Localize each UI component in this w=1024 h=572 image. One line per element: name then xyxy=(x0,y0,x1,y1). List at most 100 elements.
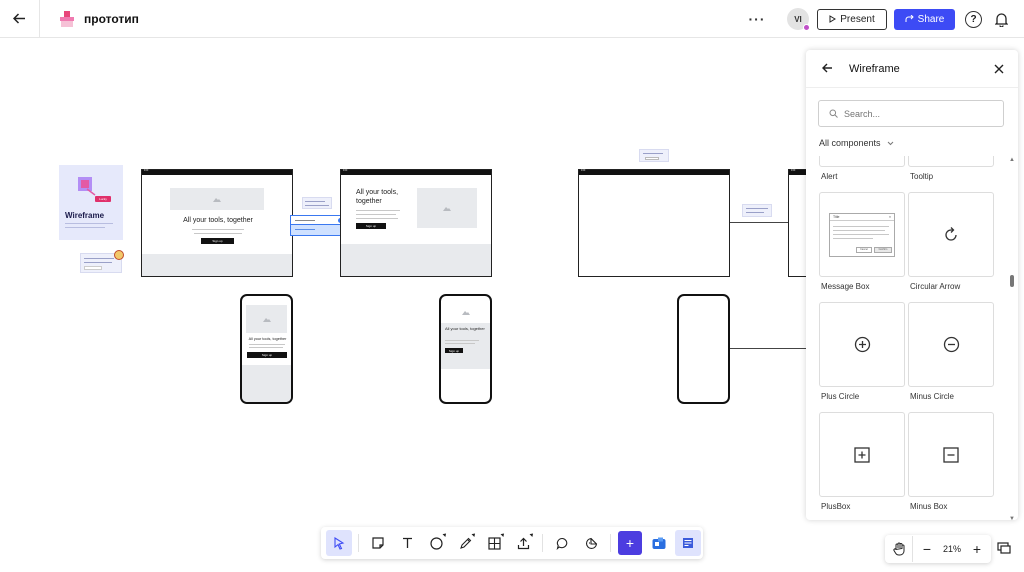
sticker-tool[interactable] xyxy=(578,530,604,556)
panel-scrollbar[interactable]: ▲ ▼ xyxy=(1008,157,1016,522)
avatar[interactable]: VI xyxy=(787,8,810,31)
desktop-frame-3[interactable] xyxy=(578,167,730,277)
text-tool[interactable] xyxy=(394,530,420,556)
hero-body-line xyxy=(356,214,396,216)
close-icon xyxy=(994,64,1004,74)
play-icon xyxy=(829,15,837,23)
zoom-level[interactable]: 21% xyxy=(937,544,967,554)
minimap-icon xyxy=(997,542,1011,554)
help-button[interactable]: ? xyxy=(965,10,982,28)
minus-circle-icon xyxy=(943,336,959,353)
zoom-controls: − 21% + xyxy=(885,535,991,563)
app-tool[interactable] xyxy=(646,530,672,556)
templates-icon xyxy=(683,538,693,548)
message-cancel-button: Cancel xyxy=(856,246,872,253)
zoom-out-button[interactable]: − xyxy=(917,541,937,557)
image-placeholder xyxy=(445,301,486,323)
sticker-icon xyxy=(585,537,597,549)
mobile-frame-3[interactable] xyxy=(677,294,730,404)
templates-tool[interactable] xyxy=(675,530,701,556)
minus-box-icon xyxy=(943,446,959,463)
back-button[interactable] xyxy=(0,0,40,38)
component-tile-message-box[interactable]: Title × Cancel Confirm xyxy=(819,192,905,277)
component-tile-plus-box[interactable] xyxy=(819,412,905,497)
image-icon xyxy=(213,198,221,202)
plus-icon: + xyxy=(618,531,642,555)
notifications-button[interactable] xyxy=(994,11,1008,27)
component-tile-alert[interactable] xyxy=(819,156,905,167)
sticky-note-icon xyxy=(372,537,384,549)
note-line xyxy=(746,208,768,210)
message-line xyxy=(833,237,873,239)
connector-line[interactable] xyxy=(730,348,810,349)
panel-header: Wireframe xyxy=(806,50,1018,88)
present-label: Present xyxy=(840,13,875,25)
component-filter-dropdown[interactable]: All components xyxy=(819,138,894,148)
component-tile-plus-circle[interactable] xyxy=(819,302,905,387)
components-panel: Wireframe All components Alert Tooltip xyxy=(806,50,1018,520)
zoom-in-button[interactable]: + xyxy=(967,541,987,557)
toolbar-separator xyxy=(358,534,359,552)
note-line xyxy=(305,201,325,203)
panel-back-button[interactable] xyxy=(822,61,833,76)
frame-footer xyxy=(142,254,292,276)
frame-note[interactable] xyxy=(639,149,669,162)
more-options-button[interactable]: ··· xyxy=(745,11,769,27)
component-label: Message Box xyxy=(821,282,870,291)
board-title[interactable]: прототип xyxy=(84,12,139,26)
panel-close-button[interactable] xyxy=(994,61,1004,77)
scroll-thumb[interactable] xyxy=(1010,275,1014,287)
circular-arrow-icon xyxy=(945,226,957,241)
search-input[interactable] xyxy=(844,108,994,119)
cursor-icon xyxy=(334,536,345,550)
connector-line[interactable] xyxy=(730,222,790,223)
select-tool[interactable] xyxy=(326,530,352,556)
image-placeholder xyxy=(170,188,264,210)
scroll-down-icon[interactable]: ▼ xyxy=(1009,516,1015,522)
component-search[interactable] xyxy=(818,100,1004,127)
note-chip xyxy=(645,157,659,160)
mobile-frame-1[interactable]: All your tools, together Sign up xyxy=(240,294,293,404)
component-tile-minus-circle[interactable] xyxy=(908,302,994,387)
flow-note[interactable] xyxy=(302,197,332,209)
image-icon xyxy=(262,318,271,322)
expand-caret-icon xyxy=(500,532,506,537)
toolbar-separator xyxy=(610,534,611,552)
browser-bar xyxy=(341,167,491,175)
cover-title: Wireframe xyxy=(65,211,105,220)
mobile-body-line xyxy=(249,347,283,349)
component-tile-circular-arrow[interactable] xyxy=(908,192,994,277)
components-grid[interactable]: Alert Tooltip Title × Cancel Confirm Mes… xyxy=(806,156,1018,520)
pen-tool[interactable] xyxy=(452,530,478,556)
share-button[interactable]: Share xyxy=(894,8,955,30)
component-tile-tooltip[interactable] xyxy=(908,156,994,167)
desktop-frame-2[interactable]: All your tools, together Sign up xyxy=(340,167,492,277)
component-tile-minus-box[interactable] xyxy=(908,412,994,497)
table-tool[interactable] xyxy=(481,530,507,556)
minimap-button[interactable] xyxy=(993,537,1015,559)
image-placeholder xyxy=(246,305,287,333)
more-apps-tool[interactable]: + xyxy=(617,530,643,556)
link-note[interactable] xyxy=(742,204,772,217)
expand-caret-icon xyxy=(442,532,448,537)
hero-body-line xyxy=(194,233,242,235)
cover-card[interactable]: Lucky Wireframe xyxy=(59,165,123,240)
note-chip xyxy=(84,266,102,270)
cta-button: Sign up xyxy=(201,238,234,244)
shapes-tool[interactable] xyxy=(423,530,449,556)
message-box-preview: Title × Cancel Confirm xyxy=(829,212,895,257)
desktop-frame-1[interactable]: All your tools, together Sign up xyxy=(141,167,293,277)
note-line xyxy=(643,153,663,155)
present-button[interactable]: Present xyxy=(817,8,887,30)
cta-button: Sign up xyxy=(445,348,463,353)
comment-tool[interactable] xyxy=(549,530,575,556)
hand-tool-button[interactable] xyxy=(887,536,913,562)
selected-component[interactable] xyxy=(290,215,344,236)
scroll-up-icon[interactable]: ▲ xyxy=(1009,157,1015,163)
sticky-note-tool[interactable] xyxy=(365,530,391,556)
component-label: Minus Box xyxy=(910,502,948,511)
bottom-toolbar: + xyxy=(321,527,703,559)
mobile-frame-2[interactable]: All your tools, together Sign up xyxy=(439,294,492,404)
chevron-down-icon xyxy=(887,141,893,145)
upload-tool[interactable] xyxy=(510,530,536,556)
